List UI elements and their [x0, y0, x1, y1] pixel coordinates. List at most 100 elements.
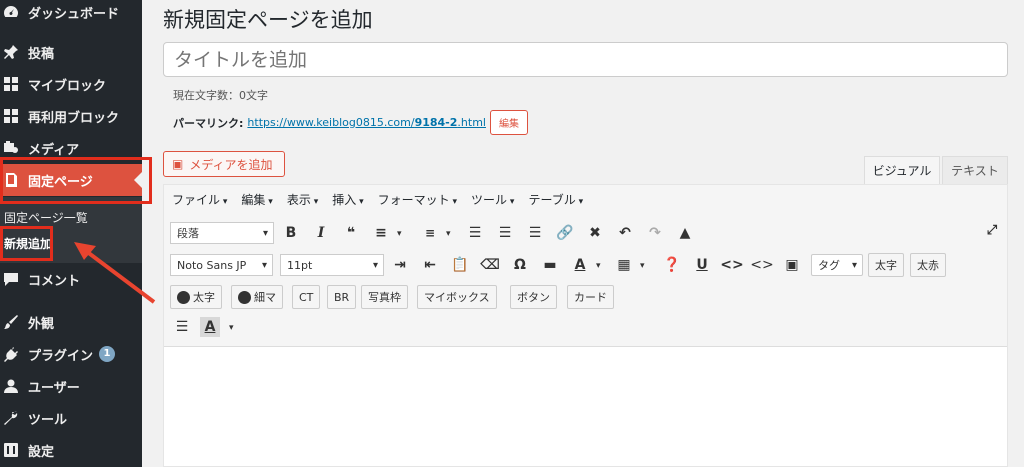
sidebar-item-posts[interactable]: 投稿 — [0, 36, 142, 68]
undo-icon[interactable]: ↶ — [615, 223, 635, 243]
blocks-icon — [2, 75, 20, 93]
annotation-arrow — [74, 242, 156, 304]
menu-table[interactable]: テーブル — [528, 191, 583, 208]
sidebar-item-tools[interactable]: ツール — [0, 402, 142, 434]
menu-format[interactable]: フォーマット — [378, 191, 457, 208]
align-left-icon[interactable]: ☰ — [465, 223, 485, 243]
menu-insert[interactable]: 挿入 — [332, 191, 363, 208]
chevron-down-icon[interactable]: ▾ — [229, 323, 234, 333]
font-size-select[interactable]: 11pt — [280, 254, 384, 276]
bold-style-button[interactable]: 太字 — [868, 253, 904, 277]
editor-toolbar: ファイル 編集 表示 挿入 フォーマット ツール テーブル 段落 B I ❝ ≡… — [164, 185, 1007, 347]
permalink-row: パーマリンク: https://www.keiblog0815.com/9184… — [173, 110, 528, 135]
bold-icon[interactable]: B — [281, 223, 301, 243]
outdent-icon[interactable]: ⇤ — [420, 255, 440, 275]
plugin-icon — [2, 345, 20, 363]
tab-visual[interactable]: ビジュアル — [864, 156, 940, 184]
dashboard-icon — [2, 3, 20, 21]
char-count: 現在文字数：0文字 — [173, 89, 268, 102]
permalink-edit-button[interactable]: 編集 — [489, 110, 528, 135]
bold-red-button[interactable]: 太赤 — [910, 253, 946, 277]
incognito-icon[interactable]: ▲ — [675, 223, 695, 243]
eraser-icon[interactable]: ⌫ — [480, 255, 500, 275]
sidebar-item-label: マイブロック — [28, 78, 107, 94]
italic-icon[interactable]: I — [311, 223, 331, 243]
submenu-all-pages[interactable]: 固定ページ一覧 — [4, 209, 88, 226]
user-thin-button[interactable]: 細マ — [231, 285, 283, 309]
button-label: 太字 — [193, 291, 215, 304]
sidebar-item-users[interactable]: ユーザー — [0, 370, 142, 402]
page-title: 新規固定ページを追加 — [163, 8, 373, 32]
menu-view[interactable]: 表示 — [287, 191, 318, 208]
indent-icon[interactable]: ⇥ — [390, 255, 410, 275]
sidebar-item-label: プラグイン — [28, 348, 94, 364]
unlink-icon[interactable]: ✖ — [585, 223, 605, 243]
add-media-button[interactable]: ▣ メディアを追加 — [163, 151, 285, 177]
numbered-list-icon[interactable]: ≡ — [420, 223, 440, 243]
menu-edit[interactable]: 編集 — [241, 191, 272, 208]
card-button[interactable]: カード — [567, 285, 614, 309]
font-family-select[interactable]: Noto Sans JP — [170, 254, 273, 276]
sidebar-item-label: 設定 — [28, 444, 55, 460]
tab-text[interactable]: テキスト — [942, 156, 1008, 184]
align-right-icon[interactable]: ☰ — [525, 223, 545, 243]
tag-select[interactable]: タグ — [811, 254, 863, 276]
format-select[interactable]: 段落 — [170, 222, 274, 244]
sidebar-item-dashboard[interactable]: ダッシュボード — [0, 0, 142, 28]
sidebar-item-label: ダッシュボード — [28, 6, 120, 22]
user-icon — [177, 290, 190, 304]
photo-frame-button[interactable]: 写真枠 — [361, 285, 408, 309]
permalink-prefix: https://www.keiblog0815.com/ — [247, 116, 415, 129]
chevron-down-icon[interactable]: ▾ — [446, 229, 451, 239]
user-bold-button[interactable]: 太字 — [170, 285, 222, 309]
sidebar-item-appearance[interactable]: 外観 — [0, 306, 142, 338]
br-button[interactable]: BR — [327, 285, 357, 309]
sidebar-item-reusable-blocks[interactable]: 再利用ブロック — [0, 100, 142, 132]
underline-icon[interactable]: U — [692, 255, 712, 275]
permalink-label: パーマリンク: — [173, 116, 244, 130]
sidebar-item-label: 投稿 — [28, 46, 55, 62]
settings-icon — [2, 441, 20, 459]
horizontal-line-icon[interactable]: ▬ — [540, 255, 560, 275]
align-justify-icon[interactable]: ☰ — [172, 317, 192, 337]
pin-icon — [2, 43, 20, 61]
sidebar-item-settings[interactable]: 設定 — [0, 434, 142, 466]
sidebar-item-label: メディア — [28, 142, 80, 158]
chevron-down-icon[interactable]: ▾ — [596, 261, 601, 271]
sidebar-item-label: 外観 — [28, 316, 55, 332]
image-icon[interactable]: ▣ — [782, 255, 802, 275]
link-icon[interactable]: 🔗 — [555, 223, 575, 243]
paste-icon[interactable]: 📋 — [450, 255, 470, 275]
permalink-slug: 9184-2 — [414, 116, 458, 129]
help-icon[interactable]: ❓ — [662, 255, 682, 275]
editor: ファイル 編集 表示 挿入 フォーマット ツール テーブル 段落 B I ❝ ≡… — [163, 184, 1008, 467]
comment-icon — [2, 270, 20, 288]
code-inline-icon[interactable]: <> — [750, 255, 773, 275]
code-icon[interactable]: <> — [720, 255, 743, 275]
menu-file[interactable]: ファイル — [172, 191, 227, 208]
user-icon — [2, 377, 20, 395]
redo-icon[interactable]: ↷ — [645, 223, 665, 243]
mybox-button[interactable]: マイボックス — [417, 285, 497, 309]
title-input[interactable] — [163, 42, 1008, 77]
background-color-icon[interactable]: A — [200, 317, 220, 337]
permalink-link[interactable]: https://www.keiblog0815.com/9184-2.html — [247, 116, 486, 129]
wrench-icon — [2, 409, 20, 427]
align-center-icon[interactable]: ☰ — [495, 223, 515, 243]
blockquote-icon[interactable]: ❝ — [341, 223, 361, 243]
table-icon[interactable]: ▦ — [614, 255, 634, 275]
text-color-icon[interactable]: A — [570, 255, 590, 275]
editor-content-area[interactable] — [164, 347, 1007, 466]
ct-button[interactable]: CT — [292, 285, 321, 309]
add-media-label: メディアを追加 — [189, 157, 273, 172]
menu-tools[interactable]: ツール — [471, 191, 514, 208]
fullscreen-icon[interactable]: ⤢ — [982, 220, 1002, 240]
chevron-down-icon[interactable]: ▾ — [640, 261, 645, 271]
button-shortcode-button[interactable]: ボタン — [510, 285, 557, 309]
sidebar-item-my-blocks[interactable]: マイブロック — [0, 68, 142, 100]
permalink-suffix: .html — [457, 116, 486, 129]
sidebar-item-plugins[interactable]: プラグイン 1 — [0, 338, 142, 370]
chevron-down-icon[interactable]: ▾ — [397, 229, 402, 239]
bullet-list-icon[interactable]: ≡ — [371, 223, 391, 243]
omega-icon[interactable]: Ω — [510, 255, 530, 275]
